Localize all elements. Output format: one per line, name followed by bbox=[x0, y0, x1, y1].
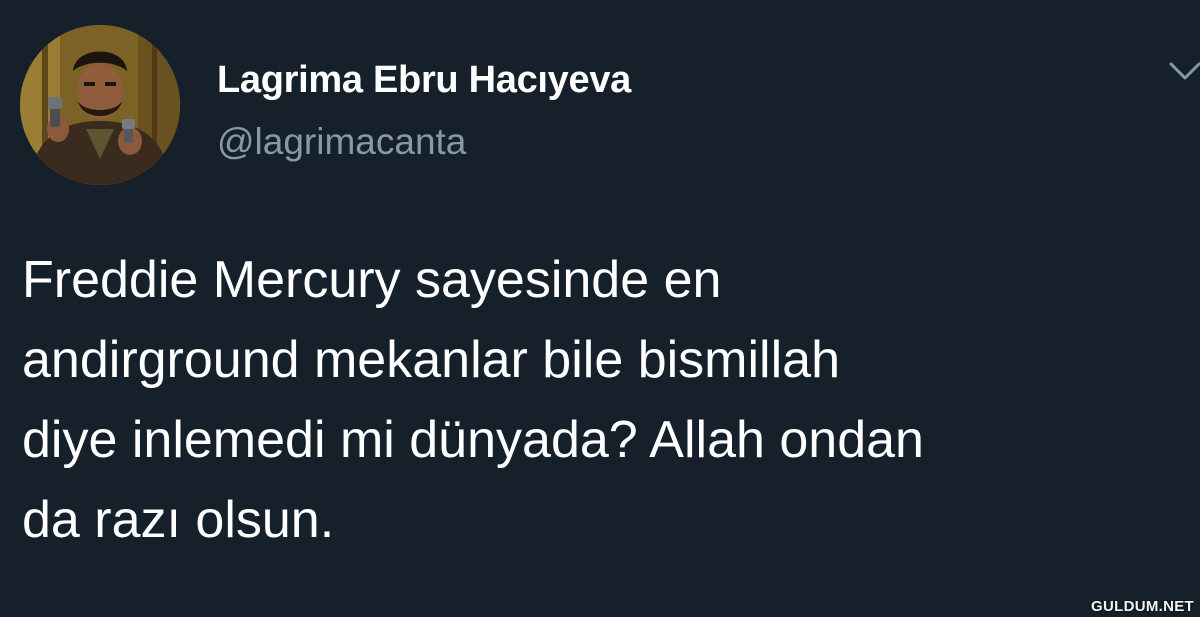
tweet-menu-button[interactable] bbox=[1165, 50, 1200, 90]
author-avatar[interactable] bbox=[20, 25, 180, 185]
chevron-down-icon bbox=[1169, 62, 1200, 80]
author-display-name[interactable]: Lagrima Ebru Hacıyeva bbox=[217, 58, 631, 102]
tweet-text: Freddie Mercury sayesinde en andirground… bbox=[22, 240, 1192, 560]
tweet-text-line: andirground mekanlar bile bismillah bbox=[22, 331, 840, 389]
tweet-text-line: da razı olsun. bbox=[22, 491, 335, 549]
tweet-card: Lagrima Ebru Hacıyeva @lagrimacanta Fred… bbox=[0, 0, 1200, 617]
avatar-photo-icon bbox=[20, 25, 180, 185]
author-username[interactable]: @lagrimacanta bbox=[217, 120, 466, 164]
tweet-text-line: diye inlemedi mi dünyada? Allah ondan bbox=[22, 411, 924, 469]
tweet-text-line: Freddie Mercury sayesinde en bbox=[22, 251, 722, 309]
site-watermark: GULDUM.NET bbox=[1091, 598, 1194, 615]
